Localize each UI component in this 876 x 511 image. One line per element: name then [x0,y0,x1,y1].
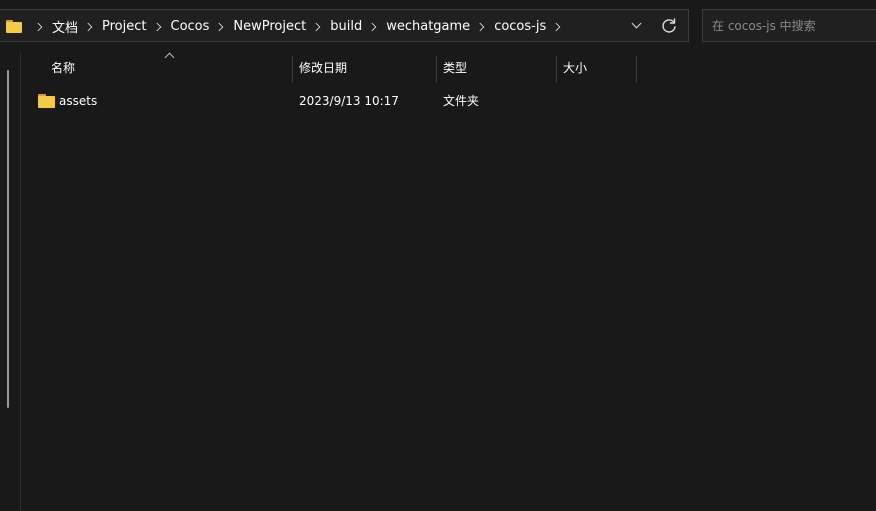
breadcrumb-item[interactable]: Project [102,19,146,34]
search-input[interactable] [712,17,872,35]
refresh-icon[interactable] [658,15,680,37]
chevron-down-icon[interactable] [630,19,644,33]
file-explorer-window: 文档 Project Cocos NewProject build wechat… [0,0,876,511]
address-bar[interactable]: 文档 Project Cocos NewProject build wechat… [0,9,689,42]
column-header-date[interactable]: 修改日期 [293,52,436,84]
top-bar: 文档 Project Cocos NewProject build wechat… [0,0,876,52]
chevron-right-icon[interactable] [83,22,93,31]
chevron-right-icon[interactable] [312,22,321,31]
folder-icon [38,94,55,108]
breadcrumb-item[interactable]: wechatgame [386,19,470,34]
breadcrumb-item[interactable]: NewProject [233,19,306,34]
chevron-right-icon[interactable] [552,22,561,31]
navigation-pane [0,52,21,511]
column-header-size[interactable]: 大小 [557,52,636,84]
chevron-right-icon[interactable] [33,22,43,31]
file-row[interactable]: assets 2023/9/13 10:17 文件夹 [21,90,636,112]
breadcrumb-item[interactable]: 文档 [52,17,78,36]
file-date-modified: 2023/9/13 10:17 [299,94,399,108]
scrollbar[interactable] [7,70,9,408]
breadcrumb-item[interactable]: build [330,19,362,34]
chevron-right-icon[interactable] [215,22,224,31]
folder-icon [6,20,22,33]
search-box[interactable] [702,9,876,42]
column-divider[interactable] [636,56,637,82]
chevron-right-icon[interactable] [152,22,161,31]
column-header-name[interactable]: 名称 [45,52,292,84]
breadcrumb-item[interactable]: Cocos [171,19,210,34]
column-header-type[interactable]: 类型 [437,52,556,84]
file-type: 文件夹 [443,94,480,108]
chevron-right-icon[interactable] [367,22,377,31]
chevron-right-icon[interactable] [475,22,485,31]
column-header-row: 名称 修改日期 类型 大小 [21,52,876,84]
breadcrumb-item[interactable]: cocos-js [494,19,546,34]
file-name: assets [59,94,98,108]
breadcrumb: 文档 Project Cocos NewProject build wechat… [6,10,570,43]
